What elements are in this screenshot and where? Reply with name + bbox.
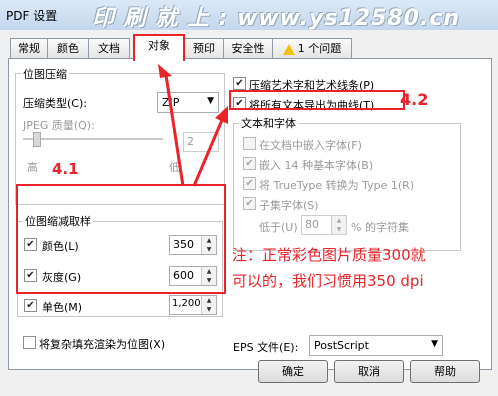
arrow-to-export-curves [192, 119, 224, 187]
tab-objects[interactable]: 对象 [133, 34, 185, 61]
arrow-to-objects-tab [164, 74, 185, 187]
annotation-arrows [158, 64, 228, 187]
arrowhead-icon [158, 64, 172, 78]
